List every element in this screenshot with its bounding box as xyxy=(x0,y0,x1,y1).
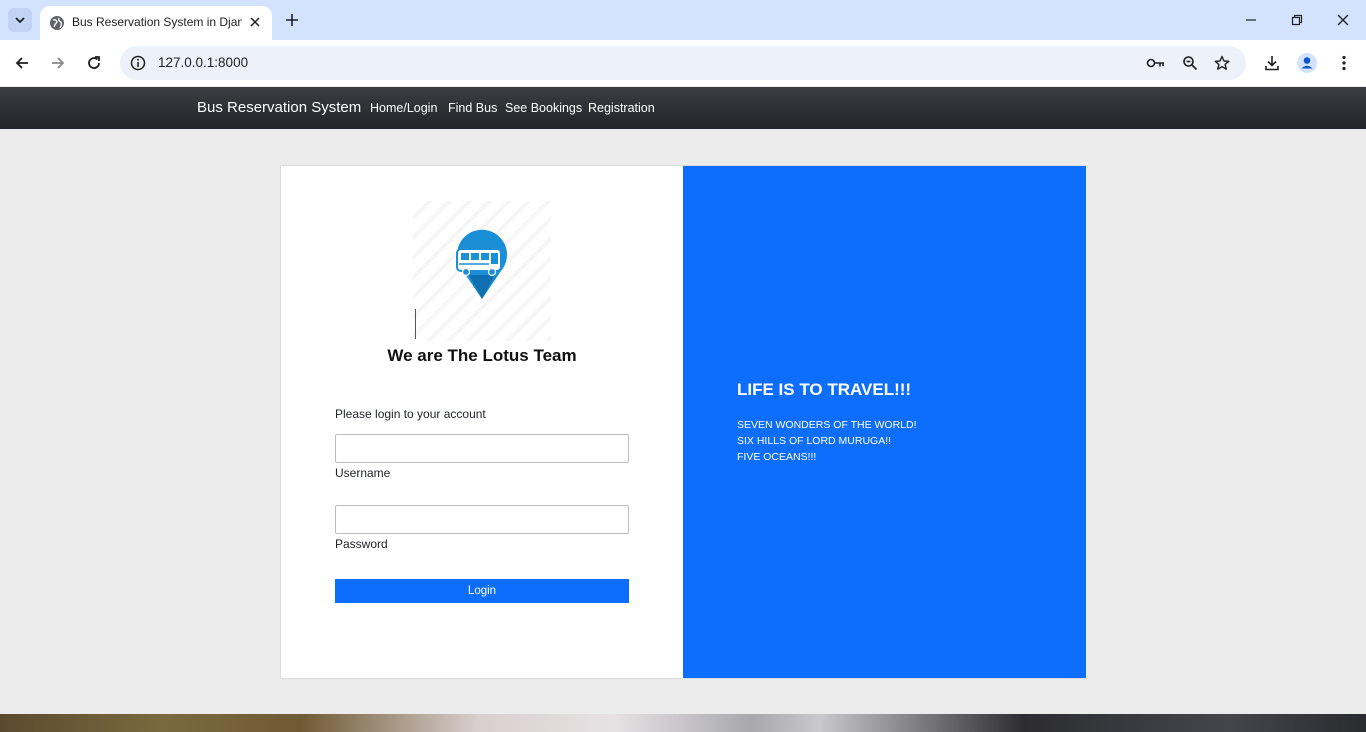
password-input[interactable] xyxy=(335,505,629,534)
browser-tab-strip: Bus Reservation System in Djan xyxy=(0,0,1366,40)
tab-title: Bus Reservation System in Djan xyxy=(72,15,242,29)
arrow-left-icon xyxy=(15,57,28,69)
arrow-right-icon xyxy=(52,57,65,69)
plus-icon xyxy=(286,14,298,26)
download-icon xyxy=(1265,56,1279,71)
site-info-icon[interactable] xyxy=(128,53,148,73)
password-label: Password xyxy=(335,537,388,551)
reload-button[interactable] xyxy=(82,51,106,75)
browser-menu-button[interactable] xyxy=(1332,51,1356,75)
promo-line: SEVEN WONDERS OF THE WORLD! xyxy=(737,419,917,431)
reload-icon xyxy=(88,56,100,69)
restore-button[interactable] xyxy=(1283,8,1311,32)
url-text[interactable]: 127.0.0.1:8000 xyxy=(158,55,248,71)
username-label: Username xyxy=(335,466,391,480)
login-button[interactable]: Login xyxy=(335,579,629,603)
logo xyxy=(413,201,551,341)
tab-search-button[interactable] xyxy=(8,8,32,32)
close-window-button[interactable] xyxy=(1329,8,1357,32)
new-tab-button[interactable] xyxy=(282,10,302,30)
zoom-icon[interactable] xyxy=(1180,53,1200,73)
promo-line: SIX HILLS OF LORD MURUGA!! xyxy=(737,435,892,447)
close-tab-icon[interactable] xyxy=(246,13,264,31)
promo-title: LIFE IS TO TRAVEL!!! xyxy=(737,380,912,399)
nav-link-registration[interactable]: Registration xyxy=(588,101,655,116)
forward-button[interactable] xyxy=(46,51,70,75)
login-prompt: Please login to your account xyxy=(335,407,486,421)
brand-link[interactable]: Bus Reservation System xyxy=(197,99,361,117)
more-vertical-icon xyxy=(1342,55,1346,71)
download-button[interactable] xyxy=(1260,51,1284,75)
avatar-icon xyxy=(1297,53,1317,73)
login-pane: We are The Lotus Team Please login to yo… xyxy=(281,166,683,678)
minimize-icon xyxy=(1246,19,1256,21)
minimize-button[interactable] xyxy=(1237,8,1265,32)
bus-location-pin-icon xyxy=(456,229,507,299)
key-icon[interactable] xyxy=(1146,53,1166,73)
login-card: We are The Lotus Team Please login to yo… xyxy=(280,165,1086,679)
site-navbar: Bus Reservation System Home/Login Find B… xyxy=(0,87,1366,129)
bookmark-star-icon[interactable] xyxy=(1212,53,1232,73)
restore-icon xyxy=(1291,14,1303,26)
browser-tab-active[interactable]: Bus Reservation System in Djan xyxy=(40,6,272,40)
nav-link-home-login[interactable]: Home/Login xyxy=(370,101,437,116)
browser-toolbar: 127.0.0.1:8000 xyxy=(0,40,1366,86)
back-button[interactable] xyxy=(10,51,34,75)
nav-link-see-bookings[interactable]: See Bookings xyxy=(505,101,582,116)
team-title: We are The Lotus Team xyxy=(387,346,577,365)
promo-line: FIVE OCEANS!!! xyxy=(737,451,817,463)
chevron-down-icon xyxy=(15,17,25,24)
profile-button[interactable] xyxy=(1295,51,1319,75)
logo-divider xyxy=(415,309,416,339)
nav-link-find-bus[interactable]: Find Bus xyxy=(448,101,497,116)
background-photo-strip xyxy=(0,714,1366,732)
close-icon xyxy=(1337,14,1349,26)
address-bar[interactable]: 127.0.0.1:8000 xyxy=(120,46,1246,80)
username-input[interactable] xyxy=(335,434,629,463)
globe-icon xyxy=(50,16,64,30)
promo-pane: LIFE IS TO TRAVEL!!! SEVEN WONDERS OF TH… xyxy=(683,166,1086,678)
